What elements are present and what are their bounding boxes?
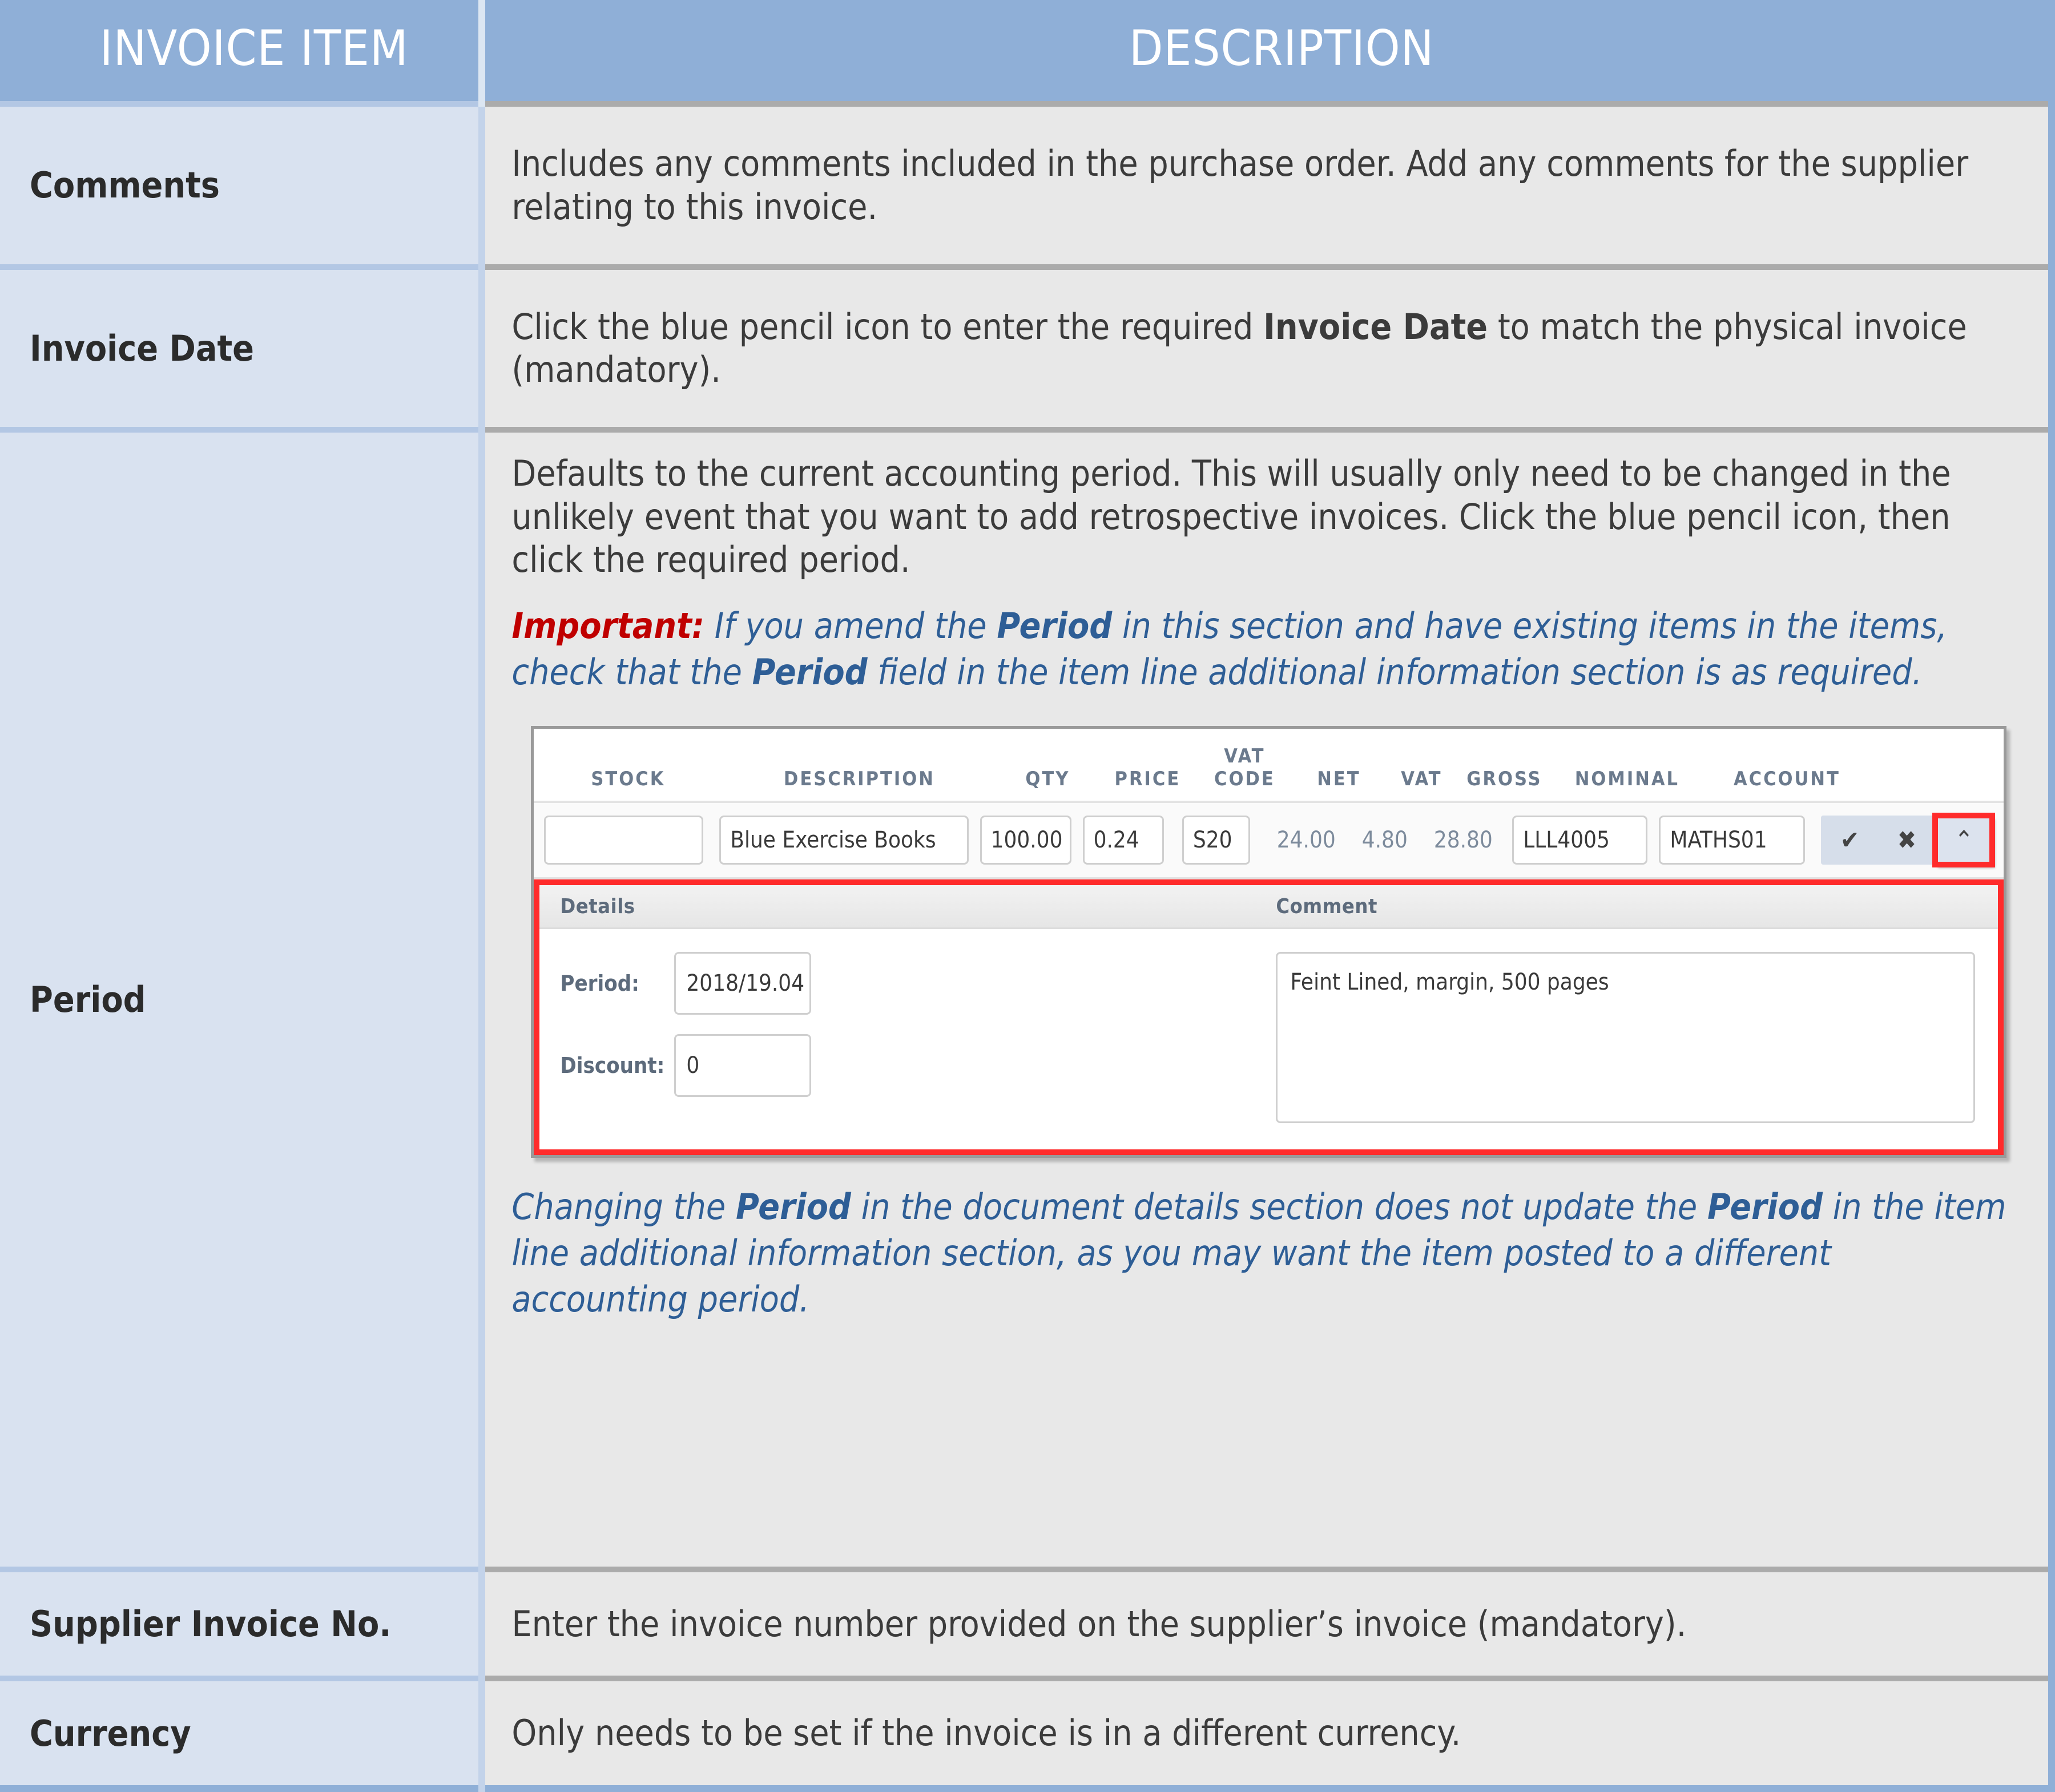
row-label-supplier-invoice-no: Supplier Invoice No. (0, 1566, 486, 1679)
grid-col-net: NET (1317, 768, 1361, 791)
price-input[interactable]: 0.24 (1082, 816, 1164, 865)
text-emphasis-period: Period (997, 605, 1113, 647)
column-header-invoice-item: INVOICE ITEM (0, 0, 482, 104)
panel-body: Period: 2018/19.04 Discount: 0 Feint Lin… (539, 929, 1998, 1150)
period-followup-note: Changing the Period in the document deta… (511, 1184, 2013, 1322)
comment-textarea[interactable]: Feint Lined, margin, 500 pages (1276, 952, 1976, 1124)
row-label-comments: Comments (0, 101, 486, 267)
table-row: Supplier Invoice No. Enter the invoice n… (0, 1566, 2052, 1679)
column-header-description: DESCRIPTION (478, 0, 2052, 104)
net-value: 24.00 (1276, 827, 1336, 854)
text-emphasis-period: Period (752, 651, 868, 693)
row-label-currency: Currency (0, 1676, 486, 1789)
row-description-currency: Only needs to be set if the invoice is i… (482, 1676, 2052, 1789)
table-row: Currency Only needs to be set if the inv… (0, 1676, 2052, 1789)
row-label-period: Period (0, 427, 486, 1569)
paragraph: Enter the invoice number provided on the… (511, 1603, 1687, 1645)
grid-col-vat-code-line1: VAT (1224, 745, 1266, 768)
gross-value: 28.80 (1433, 827, 1493, 854)
details-panel-title: Details (560, 895, 635, 919)
item-grid-line-row: Blue Exercise Books 100.00 0.24 S20 24.0… (534, 803, 2004, 880)
text-fragment: in the document details section does not… (851, 1186, 1707, 1228)
paragraph: Includes any comments included in the pu… (511, 143, 1969, 228)
table-row: Comments Includes any comments included … (0, 101, 2052, 267)
text-fragment: Changing the (511, 1186, 736, 1228)
period-field-row: Period: 2018/19.04 (560, 952, 1276, 1015)
stock-input[interactable] (544, 816, 704, 865)
discount-input[interactable]: 0 (674, 1034, 812, 1097)
confirm-check-icon[interactable]: ✔ (1821, 816, 1878, 865)
item-grid-header-row: STOCK DESCRIPTION QTY PRICE VAT CODE NET… (534, 729, 2004, 804)
paragraph: Only needs to be set if the invoice is i… (511, 1712, 1461, 1754)
embedded-app-screenshot: STOCK DESCRIPTION QTY PRICE VAT CODE NET… (531, 726, 2007, 1159)
grid-col-nominal: NOMINAL (1574, 768, 1679, 791)
details-column: Period: 2018/19.04 Discount: 0 (539, 952, 1276, 1123)
grid-col-stock: STOCK (591, 768, 666, 791)
vat-code-input[interactable]: S20 (1182, 816, 1251, 865)
grid-col-vat-code: VAT CODE (1196, 745, 1293, 790)
row-description-supplier-invoice-no: Enter the invoice number provided on the… (482, 1566, 2052, 1679)
period-input[interactable]: 2018/19.04 (674, 952, 812, 1015)
nominal-input[interactable]: LLL4005 (1512, 816, 1648, 865)
row-label-invoice-date: Invoice Date (0, 264, 486, 430)
qty-input[interactable]: 100.00 (980, 816, 1071, 865)
text-fragment: If you amend the (704, 605, 997, 647)
panel-header-row: Details Comment (539, 885, 1998, 930)
text-fragment: field in the item line additional inform… (867, 651, 1923, 693)
grid-col-description: DESCRIPTION (783, 768, 935, 791)
comment-panel-title: Comment (1276, 895, 1377, 919)
grid-col-account: ACCOUNT (1733, 768, 1840, 791)
account-input[interactable]: MATHS01 (1659, 816, 1806, 865)
text-emphasis-period: Period (1707, 1186, 1823, 1228)
text-emphasis-invoice-date: Invoice Date (1263, 305, 1488, 348)
additional-information-panel: Details Comment Period: 2018/19.04 Disco (534, 879, 2004, 1156)
paragraph: Click the blue pencil icon to enter the … (511, 305, 2013, 392)
text-fragment: Click the blue pencil icon to enter the … (511, 305, 1264, 348)
discount-label: Discount: (560, 1053, 665, 1079)
description-input[interactable]: Blue Exercise Books (719, 816, 969, 865)
table-row: Period Defaults to the current accountin… (0, 427, 2052, 1569)
grid-col-qty: QTY (1025, 768, 1070, 791)
important-label: Important: (511, 605, 705, 647)
row-description-invoice-date: Click the blue pencil icon to enter the … (482, 264, 2052, 430)
important-note: Important: If you amend the Period in th… (511, 603, 2013, 695)
text-emphasis-period: Period (735, 1186, 851, 1228)
paragraph: Defaults to the current accounting perio… (511, 453, 1951, 581)
cancel-cross-icon[interactable]: ✖ (1878, 816, 1935, 865)
grid-col-gross: GROSS (1466, 768, 1542, 791)
grid-col-vat: VAT (1401, 768, 1442, 791)
comment-column: Feint Lined, margin, 500 pages (1276, 952, 1998, 1124)
chevron-up-icon[interactable]: ⌃ (1932, 813, 1996, 868)
row-description-period: Defaults to the current accounting perio… (482, 427, 2052, 1569)
grid-col-price: PRICE (1114, 768, 1181, 791)
discount-field-row: Discount: 0 (560, 1034, 1276, 1097)
item-line-action-group: ✔ ✖ ⌃ (1821, 813, 1996, 868)
row-description-comments: Includes any comments included in the pu… (482, 101, 2052, 267)
invoice-item-description-table: INVOICE ITEM DESCRIPTION Comments Includ… (0, 0, 2055, 1792)
embedded-screenshot-wrapper: STOCK DESCRIPTION QTY PRICE VAT CODE NET… (531, 726, 2013, 1159)
grid-col-vat-code-line2: CODE (1214, 768, 1275, 791)
period-label: Period: (560, 971, 639, 996)
vat-value: 4.80 (1361, 827, 1408, 854)
table-row: Invoice Date Click the blue pencil icon … (0, 264, 2052, 430)
table-header-row: INVOICE ITEM DESCRIPTION (0, 0, 2052, 104)
